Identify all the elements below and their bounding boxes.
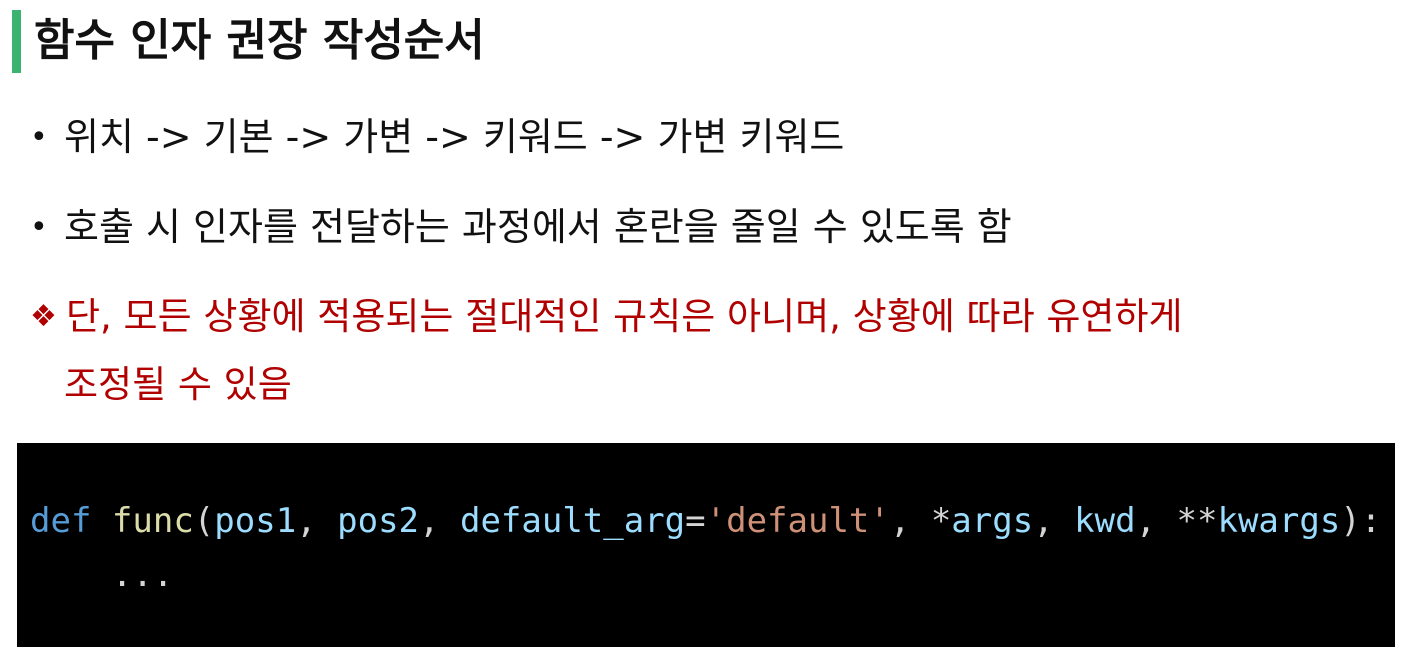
code-param: kwargs	[1217, 501, 1341, 541]
bullet-item-purpose: • 호출 시 인자를 전달하는 과정에서 혼란을 줄일 수 있도록 함	[30, 202, 1012, 253]
code-punct: ,	[419, 501, 460, 541]
code-string: 'default'	[705, 501, 890, 541]
code-punct: ,	[296, 501, 338, 541]
code-function-name: func	[111, 501, 194, 541]
note-warning: ❖ 단, 모든 상황에 적용되는 절대적인 규칙은 아니며, 상황에 따라 유연하…	[30, 289, 1183, 345]
code-line: def func(pos1, pos2, default_arg='defaul…	[30, 499, 1381, 543]
code-line: ...	[30, 555, 174, 595]
code-operator: =	[685, 501, 706, 541]
diamond-bullet-icon: ❖	[30, 299, 57, 334]
code-param: args	[951, 501, 1034, 541]
bullet-marker: •	[30, 120, 48, 155]
code-punct: ,	[1135, 501, 1177, 541]
bullet-marker: •	[30, 210, 48, 245]
code-punct: ,	[1033, 501, 1075, 541]
bullet-item-order: • 위치 -> 기본 -> 가변 -> 키워드 -> 가변 키워드	[30, 112, 844, 163]
page-title: 함수 인자 권장 작성순서	[34, 15, 485, 66]
code-operator: *	[930, 501, 952, 541]
code-param: pos2	[337, 501, 420, 541]
bullet-text: 위치 -> 기본 -> 가변 -> 키워드 -> 가변 키워드	[64, 115, 845, 159]
code-punct: ,	[889, 501, 931, 541]
note-text-line1: 단, 모든 상황에 적용되는 절대적인 규칙은 아니며, 상황에 따라 유연하게	[66, 295, 1183, 338]
code-punct: (	[193, 501, 215, 541]
code-block: def func(pos1, pos2, default_arg='defaul…	[17, 443, 1395, 647]
bullet-text: 호출 시 인자를 전달하는 과정에서 혼란을 줄일 수 있도록 함	[64, 205, 1012, 249]
title-accent-bar	[12, 10, 21, 73]
code-keyword: def	[30, 501, 92, 541]
code-operator: **	[1176, 501, 1218, 541]
code-param: kwd	[1074, 501, 1136, 541]
code-param: pos1	[214, 501, 297, 541]
code-punct: ):	[1340, 501, 1382, 541]
note-text-line2: 조정될 수 있음	[64, 363, 292, 406]
code-param: default_arg	[459, 501, 686, 541]
